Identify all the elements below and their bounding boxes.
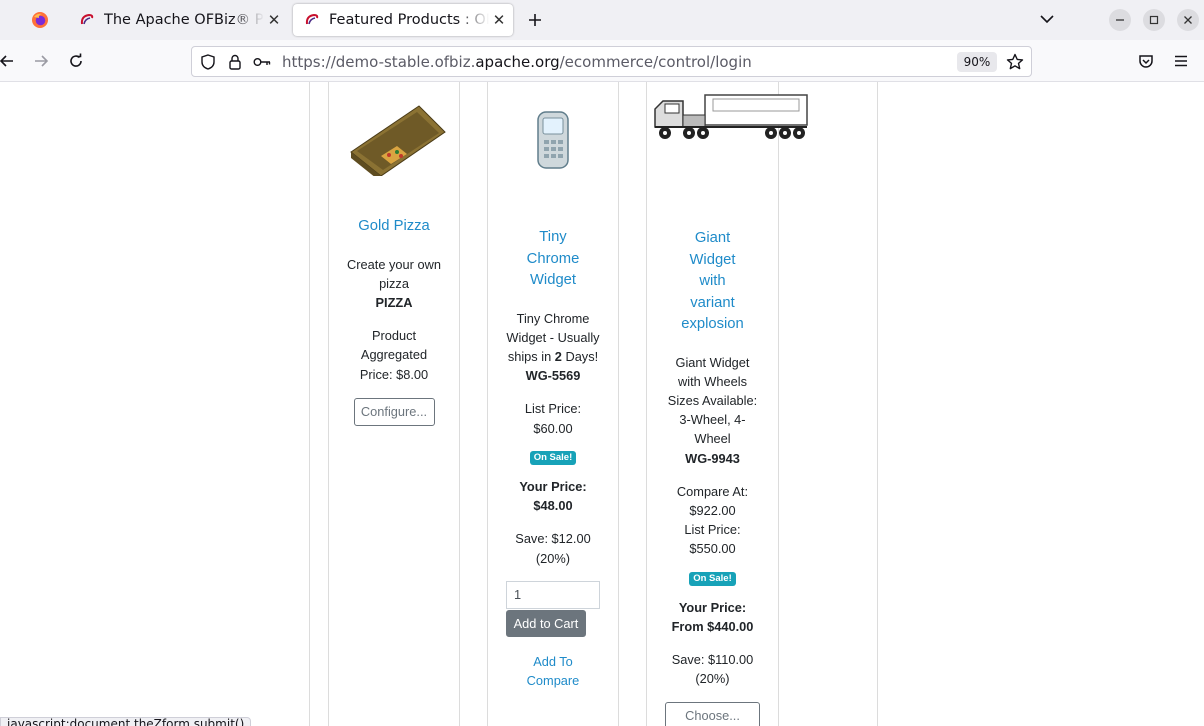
your-price-value: From $440.00	[671, 618, 754, 634]
status-bar-link-preview: javascript:document.theZform.submit()	[0, 717, 252, 726]
save-percent: (20%)	[535, 550, 571, 566]
tab-featured-products[interactable]: Featured Products : OFBiz ✕	[293, 4, 513, 36]
tab-bar: The Apache OFBiz® Proje ✕ Featured Produ…	[0, 0, 1204, 40]
your-price-label: Your Price:	[519, 478, 587, 494]
back-arrow-icon	[0, 55, 13, 67]
page-content: Gold Pizza Create your own pizza PIZZA P…	[0, 82, 1204, 726]
lock-icon[interactable]	[226, 53, 244, 71]
list-price-value: $550.00	[689, 541, 736, 557]
product-link-giant-widget[interactable]: Giant Widget with variant explosion	[678, 228, 748, 336]
column-divider	[877, 82, 878, 726]
firefox-view-button[interactable]	[16, 6, 64, 34]
new-tab-button[interactable]	[523, 8, 547, 32]
key-permissions-icon[interactable]	[253, 53, 271, 71]
chevron-down-icon	[1040, 15, 1054, 24]
maximize-window-button[interactable]	[1143, 9, 1165, 31]
close-tab-icon[interactable]: ✕	[264, 10, 284, 30]
column-divider	[459, 82, 460, 726]
quantity-input[interactable]: 1	[506, 580, 600, 609]
product-card-gold-pizza: Gold Pizza Create your own pizza PIZZA P…	[329, 82, 459, 426]
add-to-cart-button[interactable]: Add to Cart	[506, 609, 586, 637]
save-amount: Save: $12.00	[515, 531, 591, 547]
maximize-icon	[1149, 15, 1159, 25]
choose-button[interactable]: Choose...	[665, 701, 760, 726]
configure-button[interactable]: Configure...	[353, 397, 435, 426]
tab-apache-ofbiz[interactable]: The Apache OFBiz® Proje ✕	[68, 4, 288, 36]
firefox-icon	[32, 12, 48, 28]
close-icon	[1184, 16, 1192, 24]
url-text[interactable]: https://demo-stable.ofbiz.apache.org/eco…	[282, 53, 752, 71]
add-to-compare-link[interactable]: Add To Compare	[523, 652, 583, 690]
product-card-giant-widget: Giant Widget with variant explosion Gian…	[647, 82, 808, 726]
shield-icon[interactable]	[199, 53, 217, 71]
reload-button[interactable]	[65, 50, 87, 72]
zoom-level-badge[interactable]: 90%	[957, 52, 997, 72]
your-price-value: $48.00	[533, 498, 573, 514]
save-percent: (20%)	[695, 671, 730, 687]
phone-widget-image[interactable]	[536, 110, 570, 170]
compare-at-label: Compare At:	[676, 483, 749, 499]
product-description: Tiny Chrome Widget - Usually ships in 2 …	[506, 310, 600, 364]
list-price-label: List Price:	[684, 522, 741, 538]
product-sku: PIZZA	[375, 294, 413, 310]
column-divider	[618, 82, 619, 726]
forward-button[interactable]	[30, 50, 52, 72]
pocket-icon	[1139, 55, 1153, 68]
compare-at-value: $922.00	[689, 502, 736, 518]
tab-title: The Apache OFBiz® Proje	[104, 12, 264, 28]
tab-title: Featured Products : OFBiz	[329, 12, 489, 28]
product-aggregated-price: Product Aggregated Price: $8.00	[359, 328, 429, 382]
bookmark-star-icon[interactable]	[1005, 52, 1025, 72]
address-bar[interactable]: https://demo-stable.ofbiz.apache.org/eco…	[191, 46, 1032, 77]
hamburger-menu-icon	[1175, 55, 1187, 67]
list-all-tabs-button[interactable]	[1036, 8, 1058, 30]
plus-icon	[529, 14, 541, 26]
ofbiz-favicon-icon	[303, 11, 321, 29]
pizza-box-image[interactable]	[339, 94, 449, 176]
your-price-label: Your Price:	[678, 599, 747, 615]
product-card-tiny-chrome-widget: Tiny Chrome Widget Tiny Chrome Widget - …	[488, 82, 618, 690]
forward-arrow-icon	[35, 55, 49, 67]
column-divider	[778, 82, 779, 726]
column-divider	[309, 82, 310, 726]
truck-widget-image[interactable]	[653, 93, 809, 143]
on-sale-badge: On Sale!	[529, 450, 577, 465]
product-description: Giant Widget with Wheels Sizes Available…	[667, 354, 758, 447]
list-price-label: List Price:	[524, 401, 582, 417]
product-description: Create your own pizza	[347, 256, 441, 291]
pocket-button[interactable]	[1135, 50, 1157, 72]
save-amount: Save: $110.00	[671, 652, 754, 668]
reload-icon	[70, 53, 82, 67]
product-link-gold-pizza[interactable]: Gold Pizza	[329, 216, 459, 238]
ofbiz-favicon-icon	[78, 11, 96, 29]
product-sku: WG-5569	[525, 368, 581, 384]
close-window-button[interactable]	[1177, 9, 1199, 31]
minimize-icon	[1116, 19, 1124, 21]
list-price-value: $60.00	[533, 420, 573, 436]
back-button[interactable]	[0, 50, 18, 72]
minimize-window-button[interactable]	[1109, 9, 1131, 31]
app-menu-button[interactable]	[1170, 50, 1192, 72]
close-tab-icon[interactable]: ✕	[489, 10, 509, 30]
product-link-tiny-chrome-widget[interactable]: Tiny Chrome Widget	[523, 227, 583, 292]
on-sale-badge: On Sale!	[689, 571, 736, 586]
product-sku: WG-9943	[685, 450, 740, 466]
